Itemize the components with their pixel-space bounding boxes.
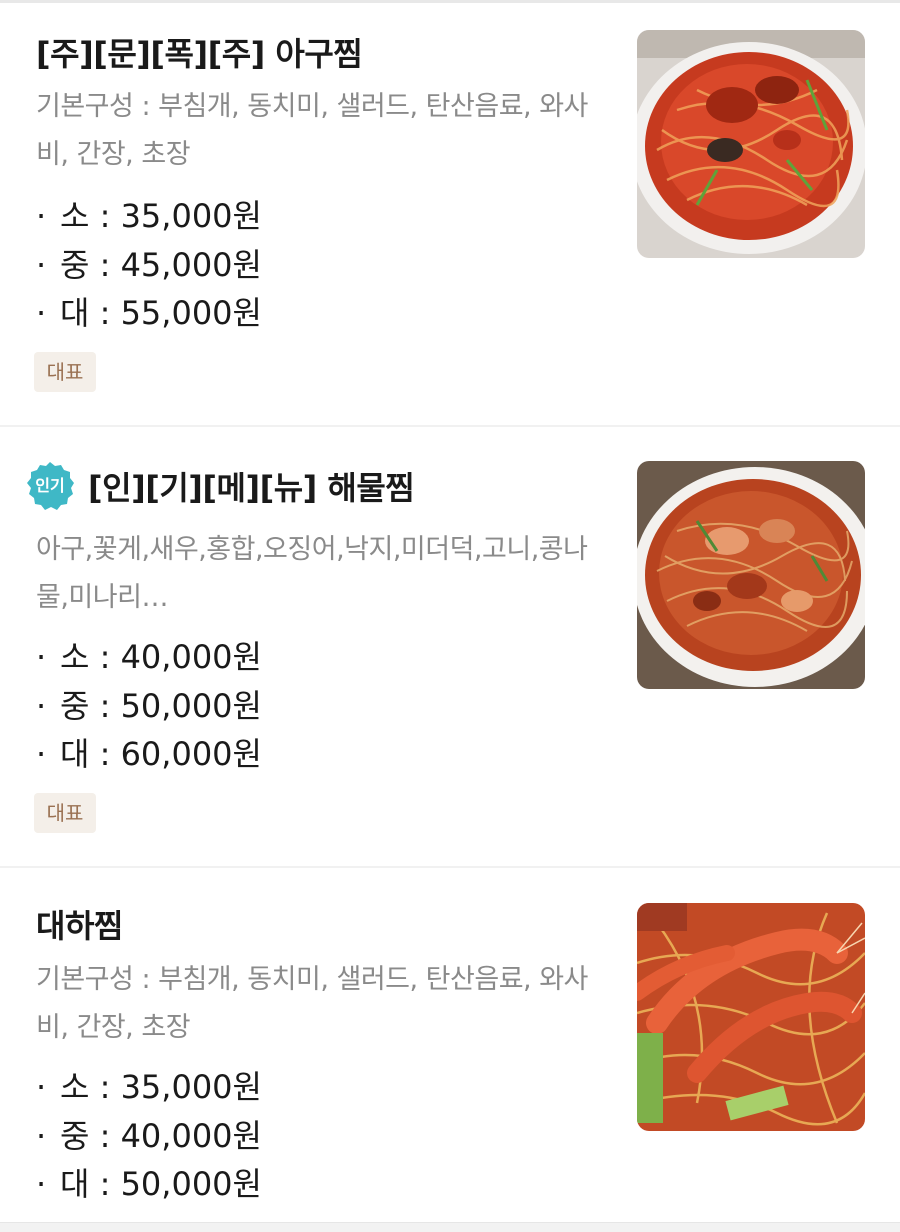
- bullet: ·: [36, 686, 47, 725]
- menu-item-photo[interactable]: [637, 903, 865, 1131]
- price-large: · 대 : 55,000원: [36, 289, 262, 338]
- seafood-photo-image: [637, 461, 865, 689]
- menu-item[interactable]: 인기 [인][기][메][뉴] 해물찜 아구,꽃게,새우,홍합,오징어,낙지,미…: [0, 427, 900, 868]
- menu-item-description: 기본구성 : 부침개, 동치미, 샐러드, 탄산음료, 와사비, 간장, 초장: [36, 91, 588, 170]
- monkfish-photo-image: [637, 30, 865, 258]
- price-medium: · 중 : 40,000원: [36, 1112, 262, 1161]
- signature-tag: 대표: [34, 352, 96, 392]
- menu-item-photo[interactable]: [637, 461, 865, 689]
- price-large: · 대 : 60,000원: [36, 730, 262, 779]
- bottom-divider: [0, 1222, 900, 1232]
- price-small: · 소 : 35,000원: [36, 1063, 262, 1112]
- menu-item-description: 기본구성 : 부침개, 동치미, 샐러드, 탄산음료, 와사비, 간장, 초장: [36, 964, 588, 1043]
- menu-item-photo[interactable]: [637, 30, 865, 258]
- bullet: ·: [36, 1165, 47, 1203]
- menu-item-prices: · 소 : 35,000원 · 중 : 40,000원 · 대 : 50,000원: [36, 1063, 262, 1209]
- bullet: ·: [36, 245, 47, 284]
- popular-badge: 인기: [24, 460, 76, 512]
- menu-item-prices: · 소 : 35,000원 · 중 : 45,000원 · 대 : 55,000원: [36, 192, 262, 338]
- menu-item-title-row: [주][문][폭][주] 아구찜: [36, 29, 363, 75]
- signature-tag: 대표: [34, 793, 96, 833]
- bullet: ·: [36, 197, 47, 235]
- bullet: ·: [36, 735, 47, 773]
- menu-item-title: [인][기][메][뉴] 해물찜: [88, 469, 415, 507]
- price-medium: · 중 : 50,000원: [36, 682, 262, 731]
- bullet: ·: [36, 638, 47, 676]
- menu-item-title: 대하찜: [36, 907, 123, 945]
- menu-item-title-row: 인기 [인][기][메][뉴] 해물찜: [27, 460, 415, 512]
- menu-item-title: [주][문][폭][주] 아구찜: [36, 35, 363, 73]
- price-large: · 대 : 50,000원: [36, 1160, 262, 1209]
- menu-item[interactable]: [주][문][폭][주] 아구찜 기본구성 : 부침개, 동치미, 샐러드, 탄…: [0, 3, 900, 427]
- price-small: · 소 : 35,000원: [36, 192, 262, 241]
- menu-item-title-row: 대하찜: [36, 901, 123, 947]
- bullet: ·: [36, 1068, 47, 1106]
- menu-item[interactable]: 대하찜 기본구성 : 부침개, 동치미, 샐러드, 탄산음료, 와사비, 간장,…: [0, 868, 900, 1222]
- price-small: · 소 : 40,000원: [36, 633, 262, 682]
- bullet: ·: [36, 294, 47, 332]
- bullet: ·: [36, 1116, 47, 1155]
- prawn-photo-image: [637, 903, 865, 1131]
- menu-item-description: 아구,꽃게,새우,홍합,오징어,낙지,미더덕,고니,콩나물,미나리…: [36, 534, 588, 613]
- price-medium: · 중 : 45,000원: [36, 241, 262, 290]
- menu-item-prices: · 소 : 40,000원 · 중 : 50,000원 · 대 : 60,000원: [36, 633, 262, 779]
